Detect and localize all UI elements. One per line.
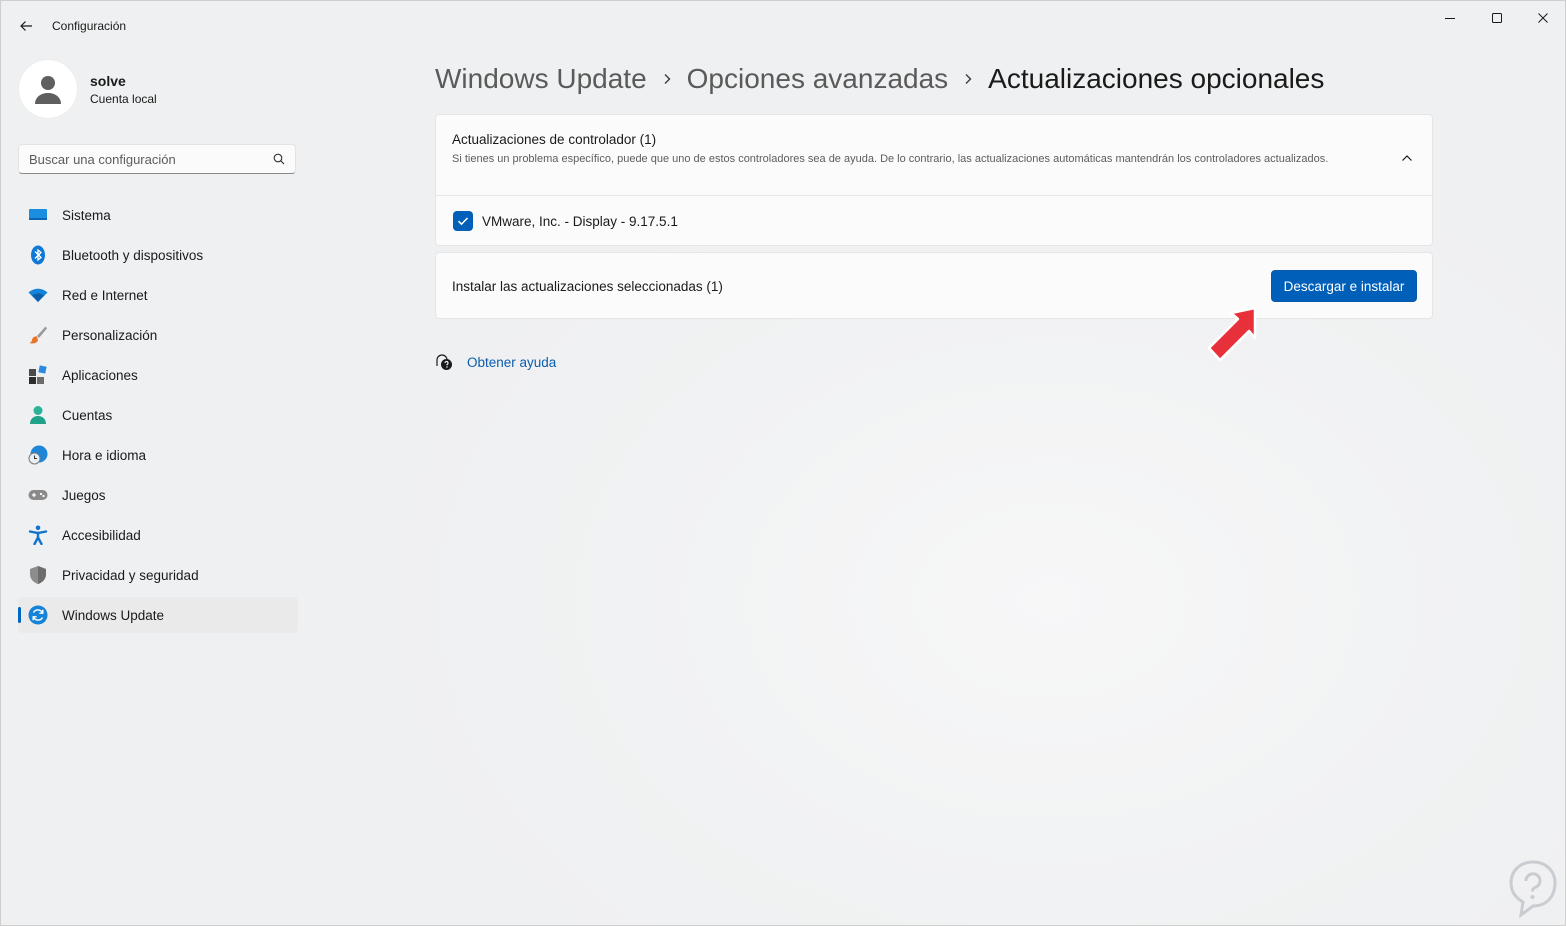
accessibility-icon [28,525,48,545]
sidebar-item-bluetooth[interactable]: Bluetooth y dispositivos [18,237,298,273]
person-icon [35,76,61,104]
account-type: Cuenta local [90,91,157,106]
sidebar-item-label: Privacidad y seguridad [62,567,199,583]
sidebar-item-label: Aplicaciones [62,367,138,383]
driver-checkbox[interactable] [453,211,473,231]
maximize-button[interactable] [1474,7,1520,29]
watermark-logo-icon [1509,860,1557,919]
title-bar: Configuración [1,1,1565,51]
driver-updates-card: Actualizaciones de controlador (1) Si ti… [435,114,1433,246]
sidebar-item-label: Juegos [62,487,106,503]
sidebar-item-privacidad[interactable]: Privacidad y seguridad [18,557,298,593]
sidebar-item-label: Hora e idioma [62,447,147,463]
back-button[interactable] [13,13,39,39]
sidebar-item-label: Sistema [62,207,111,223]
user-info: solve Cuenta local [90,73,157,106]
shield-icon [28,565,48,585]
user-name: solve [90,72,126,89]
download-install-button[interactable]: Descargar e instalar [1271,270,1417,302]
help-section: Obtener ayuda [435,353,556,371]
settings-window: Configuración solve Cuenta local Buscar … [0,0,1566,926]
back-arrow-icon [20,21,32,31]
driver-updates-description: Si tienes un problema específico, puede … [452,153,1329,165]
sidebar-item-label: Bluetooth y dispositivos [62,247,204,263]
search-box [18,144,296,174]
minimize-button[interactable] [1427,7,1473,29]
system-icon [28,205,48,225]
install-card: Instalar las actualizaciones seleccionad… [435,252,1433,319]
sidebar-item-label: Accesibilidad [62,527,141,543]
driver-update-label: VMware, Inc. - Display - 9.17.5.1 [482,213,678,229]
maximize-icon [1492,13,1502,23]
chevron-up-icon [1402,155,1412,161]
install-selected-label: Instalar las actualizaciones seleccionad… [452,279,723,294]
time-language-icon [28,445,48,465]
driver-update-row: VMware, Inc. - Display - 9.17.5.1 [436,195,1432,246]
driver-updates-header[interactable]: Actualizaciones de controlador (1) Si ti… [452,132,1372,167]
breadcrumb: Windows Update Opciones avanzadas Actual… [435,59,1324,99]
search-input[interactable] [19,145,269,173]
close-icon [1538,13,1548,23]
app-title: Configuración [52,19,127,33]
accounts-icon [28,405,48,425]
sidebar-item-aplicaciones[interactable]: Aplicaciones [18,357,298,393]
close-button[interactable] [1520,7,1566,29]
sidebar-item-label: Red e Internet [62,287,148,303]
sidebar-item-label: Windows Update [62,607,165,623]
sidebar-item-windows-update[interactable]: Windows Update [18,597,298,633]
wifi-icon [28,285,48,305]
sidebar-item-hora-idioma[interactable]: Hora e idioma [18,437,298,473]
sidebar-nav: Sistema Bluetooth y dispositivos Red e I… [18,197,298,637]
annotation-arrow-icon [1207,306,1257,362]
search-icon[interactable] [273,153,285,165]
collapse-button[interactable] [1396,147,1418,169]
sidebar-item-label: Personalización [62,327,158,343]
get-help-link[interactable]: Obtener ayuda [467,355,556,370]
apps-icon [28,365,48,385]
sidebar-item-label: Cuentas [62,407,113,423]
sidebar-item-cuentas[interactable]: Cuentas [18,397,298,433]
bluetooth-icon [28,245,48,265]
breadcrumb-windows-update[interactable]: Windows Update [435,63,647,95]
sidebar-item-accesibilidad[interactable]: Accesibilidad [18,517,298,553]
avatar [18,59,78,119]
page-title: Actualizaciones opcionales [988,63,1325,94]
breadcrumb-opciones-avanzadas[interactable]: Opciones avanzadas [687,63,949,95]
checkmark-icon [457,217,469,226]
chevron-right-icon [662,73,672,85]
sidebar-item-juegos[interactable]: Juegos [18,477,298,513]
help-chat-icon [436,354,452,370]
sidebar-item-red[interactable]: Red e Internet [18,277,298,313]
user-profile[interactable]: solve Cuenta local [18,59,157,119]
brush-icon [28,325,48,345]
gamepad-icon [28,485,48,505]
minimize-icon [1445,18,1455,19]
windows-update-icon [28,605,48,625]
sidebar-item-personalizacion[interactable]: Personalización [18,317,298,353]
driver-updates-title: Actualizaciones de controlador (1) [452,132,657,147]
sidebar-item-sistema[interactable]: Sistema [18,197,298,233]
chevron-right-icon [963,73,973,85]
